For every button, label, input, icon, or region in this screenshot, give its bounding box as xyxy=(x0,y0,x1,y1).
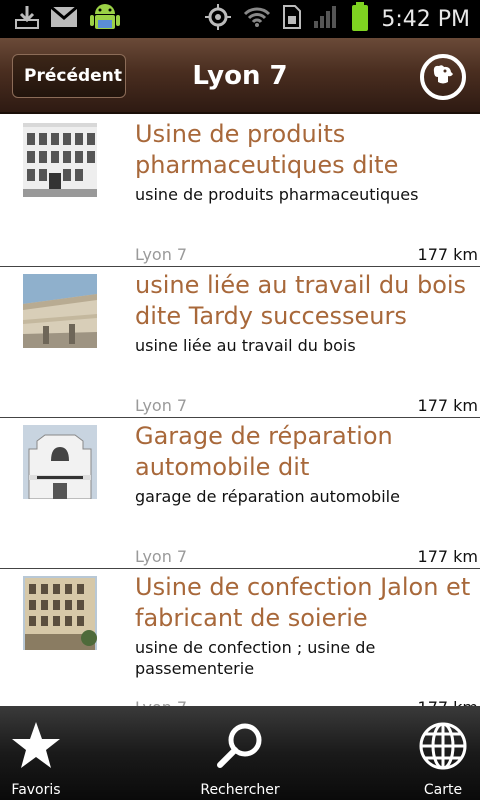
back-button[interactable]: Précédent xyxy=(12,54,126,98)
android-icon xyxy=(88,0,122,38)
item-distance: 177 km xyxy=(417,547,478,566)
sim-icon xyxy=(283,5,302,33)
tab-favoris[interactable]: Favoris xyxy=(0,706,72,800)
tab-rechercher[interactable]: Rechercher xyxy=(190,706,290,800)
signal-icon xyxy=(313,5,339,33)
status-bar: 5:42 PM xyxy=(0,0,480,38)
item-subtitle: usine liée au travail du bois xyxy=(135,336,356,355)
list-item[interactable]: Usine de produits pharmaceutiques dite u… xyxy=(0,116,480,267)
factory-building-photo xyxy=(23,123,97,197)
item-city: Lyon 7 xyxy=(135,245,188,264)
item-subtitle: usine de produits pharmaceutiques xyxy=(135,185,419,204)
title-bar: Précédent Lyon 7 xyxy=(0,38,480,114)
item-subtitle: garage de réparation automobile xyxy=(135,487,400,506)
item-title: Usine de produits pharmaceutiques dite xyxy=(135,120,399,179)
item-title: Garage de réparation automobile dit xyxy=(135,422,393,481)
item-distance: 177 km xyxy=(418,698,478,706)
list-item[interactable]: Usine de confection Jalon et fabricant d… xyxy=(0,569,480,706)
item-subtitle: usine de confection ; usine de passement… xyxy=(135,638,376,678)
star-icon xyxy=(10,720,62,774)
dog-icon xyxy=(430,62,456,92)
item-city: Lyon 7 xyxy=(135,396,188,415)
tab-label: Rechercher xyxy=(200,782,280,798)
tab-carte[interactable]: Carte xyxy=(406,706,480,800)
garage-photo xyxy=(23,425,97,499)
results-list[interactable]: Usine de produits pharmaceutiques dite u… xyxy=(0,116,480,706)
item-city: Lyon 7 xyxy=(135,547,188,566)
gps-icon xyxy=(205,4,232,34)
list-item[interactable]: usine liée au travail du bois dite Tardy… xyxy=(0,267,480,418)
wifi-icon xyxy=(243,6,271,32)
item-title: usine liée au travail du bois dite Tardy… xyxy=(135,271,467,330)
magnifier-icon xyxy=(215,720,265,774)
item-distance: 177 km xyxy=(417,245,478,264)
back-button-label: Précédent xyxy=(24,66,122,86)
item-title: Usine de confection Jalon et fabricant d… xyxy=(135,573,471,632)
gmail-icon xyxy=(50,5,78,32)
apartment-building-photo xyxy=(23,576,97,650)
dog-button[interactable] xyxy=(420,54,466,100)
globe-icon xyxy=(417,720,469,776)
status-time: 5:42 PM xyxy=(381,6,470,32)
item-city: Lyon 7 xyxy=(135,698,187,706)
list-item[interactable]: Garage de réparation automobile dit gara… xyxy=(0,418,480,569)
bottom-tab-bar: Favoris Rechercher Carte xyxy=(0,706,480,800)
tab-label: Favoris xyxy=(11,782,61,798)
item-distance: 177 km xyxy=(417,396,478,415)
wood-factory-photo xyxy=(23,274,97,348)
battery-icon xyxy=(351,2,369,36)
tab-label: Carte xyxy=(423,782,463,798)
download-icon xyxy=(14,4,40,34)
